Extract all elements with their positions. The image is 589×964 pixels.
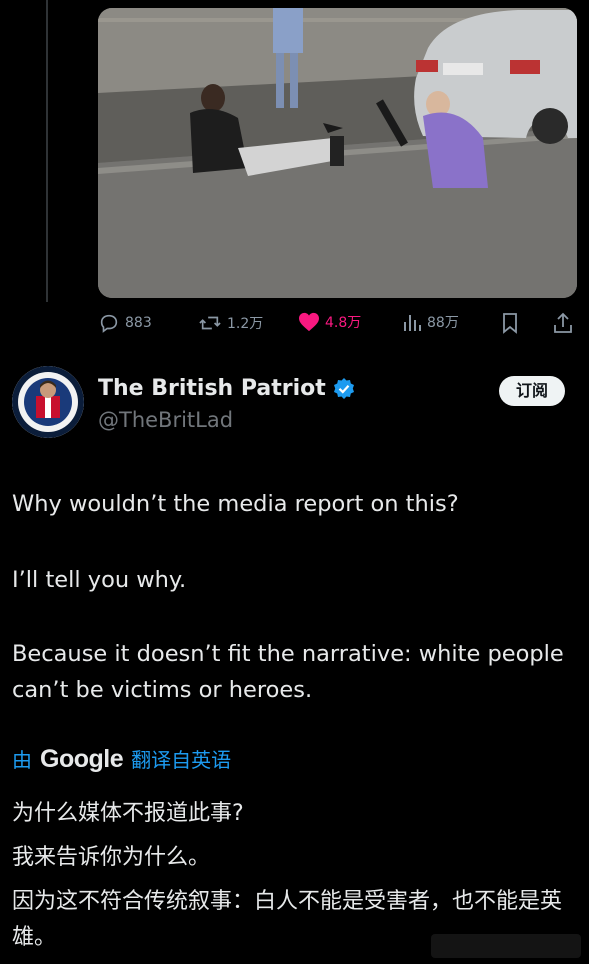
bookmark-button[interactable] bbox=[500, 312, 520, 334]
repost-icon bbox=[199, 316, 221, 330]
patriot-emblem-avatar bbox=[12, 366, 84, 438]
repost-count: 1.2万 bbox=[227, 316, 264, 332]
like-button[interactable]: 4.8万 bbox=[298, 312, 361, 332]
view-count: 88万 bbox=[427, 315, 459, 331]
translated-line-1: 为什么媒体不报道此事? bbox=[12, 801, 244, 826]
subscribe-button[interactable]: 订阅 bbox=[499, 376, 565, 406]
verified-badge-icon bbox=[333, 377, 354, 399]
share-icon bbox=[554, 312, 572, 333]
translation-suffix: 翻译自英语 bbox=[131, 748, 232, 772]
repost-button[interactable]: 1.2万 bbox=[198, 312, 263, 334]
post-image[interactable] bbox=[98, 8, 577, 298]
share-button[interactable] bbox=[553, 312, 573, 334]
thread-line bbox=[46, 0, 48, 302]
author-name-row: The British Patriot bbox=[98, 376, 356, 401]
like-count: 4.8万 bbox=[325, 315, 362, 331]
bookmark-icon bbox=[503, 313, 517, 334]
reply-count: 883 bbox=[125, 315, 152, 331]
post-action-bar: 883 1.2万 4.8万 88万 bbox=[98, 312, 578, 336]
tweet-text-line-3: Because it doesn’t fit the narrative: wh… bbox=[12, 641, 564, 703]
reply-icon bbox=[100, 314, 118, 333]
tweet-text-line-2: I’ll tell you why. bbox=[12, 567, 187, 593]
heart-icon bbox=[299, 312, 319, 332]
author-display-name[interactable]: The British Patriot bbox=[98, 376, 326, 401]
translation-prefix: 由 bbox=[12, 748, 32, 772]
translation-attribution[interactable]: 由 Google 翻译自英语 bbox=[12, 744, 231, 774]
street-scene-illustration bbox=[98, 8, 577, 298]
tweet-text-line-1: Why wouldn’t the media report on this? bbox=[12, 491, 459, 517]
reply-button[interactable]: 883 bbox=[98, 312, 152, 334]
watermark bbox=[431, 934, 581, 958]
views-button[interactable]: 88万 bbox=[402, 312, 459, 332]
translated-line-2: 我来告诉你为什么。 bbox=[12, 845, 211, 870]
google-logo: Google bbox=[40, 745, 124, 773]
author-avatar[interactable] bbox=[12, 366, 84, 438]
author-handle[interactable]: @TheBritLad bbox=[98, 408, 233, 432]
views-icon bbox=[404, 315, 421, 331]
